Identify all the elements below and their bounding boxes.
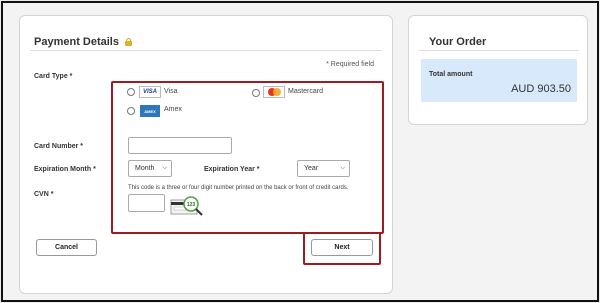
page-frame: Payment Details * Required field Card Ty… bbox=[1, 1, 599, 302]
visa-logo-icon: VISA bbox=[139, 86, 161, 98]
chevron-down-icon: ⌵ bbox=[340, 165, 345, 171]
cvn-hint: This code is a three or four digit numbe… bbox=[128, 185, 349, 191]
visa-label: Visa bbox=[164, 88, 178, 95]
expiration-year-label: Expiration Year * bbox=[204, 166, 260, 173]
chevron-down-icon: ⌵ bbox=[162, 165, 167, 171]
next-button[interactable]: Next bbox=[311, 239, 373, 256]
total-amount-label: Total amount bbox=[429, 71, 473, 78]
total-amount-value: AUD 903.50 bbox=[511, 83, 571, 95]
expiration-month-label: Expiration Month * bbox=[34, 166, 96, 173]
card-number-label: Card Number * bbox=[34, 143, 84, 150]
expiration-year-value: Year bbox=[304, 165, 319, 172]
payment-details-title-text: Payment Details bbox=[34, 36, 119, 48]
expiration-year-select[interactable]: Year ⌵ bbox=[297, 160, 350, 177]
amex-logo-icon: AMEX bbox=[140, 105, 160, 117]
total-amount-box: Total amount AUD 903.50 bbox=[421, 59, 577, 102]
mastercard-logo-icon bbox=[263, 86, 285, 98]
cancel-button[interactable]: Cancel bbox=[36, 239, 97, 256]
cvn-card-icon: 123 bbox=[170, 196, 203, 216]
card-type-label: Card Type * bbox=[34, 73, 73, 80]
payment-details-panel: Payment Details * Required field Card Ty… bbox=[19, 15, 393, 294]
cvn-input[interactable] bbox=[128, 194, 165, 212]
order-summary-panel: Your Order Total amount AUD 903.50 bbox=[408, 15, 588, 125]
card-number-input[interactable] bbox=[128, 137, 232, 154]
amex-label: Amex bbox=[164, 106, 182, 113]
cvn-label: CVN * bbox=[34, 191, 54, 198]
expiration-month-value: Month bbox=[135, 165, 155, 172]
divider bbox=[419, 50, 579, 51]
expiration-month-select[interactable]: Month ⌵ bbox=[128, 160, 172, 177]
mastercard-label: Mastercard bbox=[288, 88, 324, 95]
payment-details-title: Payment Details bbox=[34, 36, 133, 48]
amex-radio[interactable] bbox=[127, 107, 135, 115]
required-field-note: * Required field bbox=[326, 61, 374, 68]
lock-icon bbox=[125, 38, 133, 46]
visa-radio[interactable] bbox=[127, 88, 135, 96]
divider bbox=[30, 50, 382, 51]
cvn-example-digits: 123 bbox=[187, 202, 196, 208]
your-order-title: Your Order bbox=[429, 36, 487, 48]
mastercard-radio[interactable] bbox=[252, 89, 260, 97]
